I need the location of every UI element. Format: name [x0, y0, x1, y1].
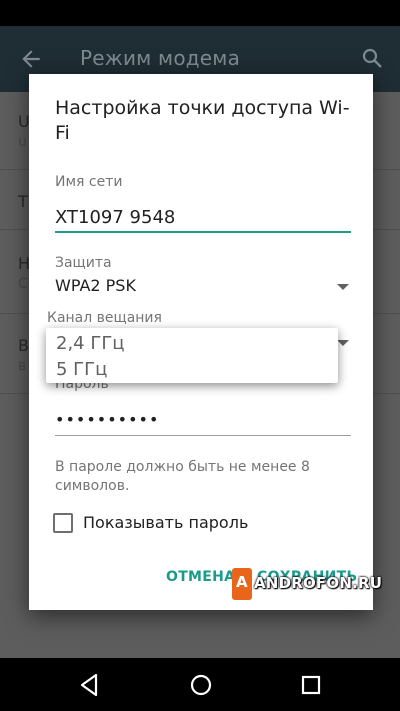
navigation-bar [0, 658, 400, 711]
nav-recents-square-icon[interactable] [298, 672, 324, 698]
password-input[interactable] [55, 402, 351, 436]
list-item-subtitle: С [18, 276, 28, 292]
password-underline [55, 435, 351, 436]
security-label: Защита [55, 255, 112, 271]
channel-dropdown-popup: 2,4 ГГц 5 ГГц [46, 328, 338, 383]
status-bar [0, 0, 400, 26]
watermark-logo-letter: A [236, 573, 248, 591]
list-item-subtitle: в [18, 358, 27, 374]
search-icon[interactable] [360, 46, 384, 70]
network-name-input[interactable] [55, 200, 351, 234]
checkbox-icon[interactable] [53, 513, 73, 533]
security-value: WPA2 PSK [55, 276, 136, 295]
dropdown-arrow-icon [337, 284, 349, 290]
page-title: Режим модема [80, 46, 241, 70]
watermark-text: ANDROFON.RU [254, 574, 383, 592]
arrow-left-icon[interactable] [18, 46, 44, 72]
network-name-underline [55, 231, 351, 233]
list-item-subtitle: u [18, 134, 27, 150]
channel-label: Канал вещания [47, 310, 162, 326]
security-select[interactable]: WPA2 PSK [55, 276, 351, 302]
dropdown-arrow-icon [337, 340, 349, 346]
nav-home-circle-icon[interactable] [188, 672, 214, 698]
list-item-title: U [18, 112, 30, 131]
channel-option-2-4ghz[interactable]: 2,4 ГГц [56, 333, 125, 354]
channel-option-5ghz[interactable]: 5 ГГц [56, 359, 107, 380]
show-password-checkbox[interactable]: Показывать пароль [53, 512, 293, 534]
watermark-logo: A [232, 568, 252, 600]
password-hint: В пароле должно быть не менее 8 символов… [55, 459, 310, 494]
list-item-title: T [18, 192, 28, 211]
dialog-title: Настройка точки доступа Wi-Fi [55, 97, 350, 144]
watermark: A ANDROFON.RU [232, 568, 392, 600]
nav-back-triangle-icon[interactable] [77, 672, 103, 698]
list-item-title: В [18, 336, 29, 355]
network-name-label: Имя сети [55, 174, 123, 190]
cancel-button[interactable]: ОТМЕНА [166, 569, 235, 585]
show-password-label: Показывать пароль [83, 513, 249, 532]
